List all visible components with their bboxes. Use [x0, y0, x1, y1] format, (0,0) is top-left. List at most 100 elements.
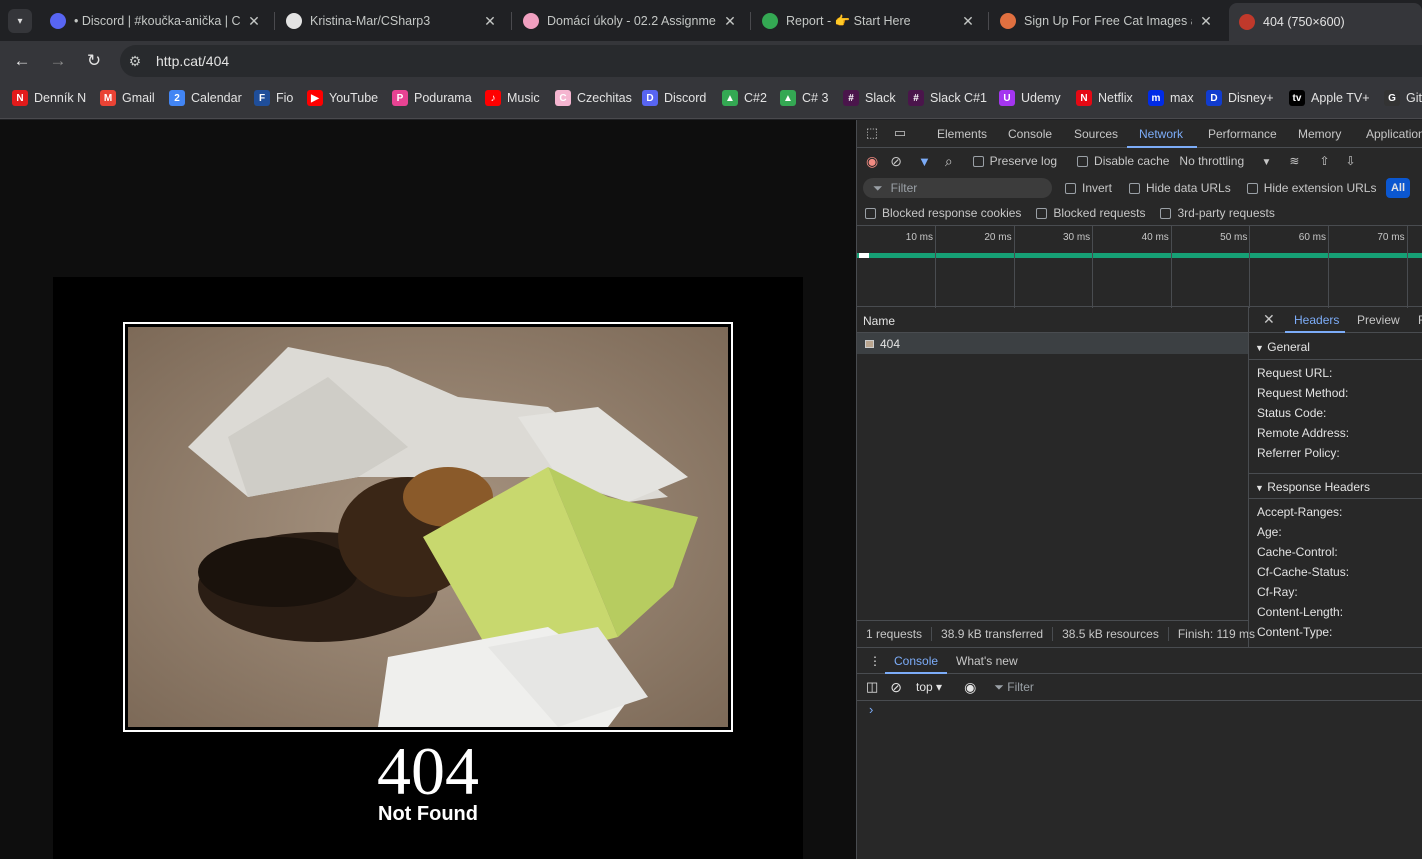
close-details-icon[interactable]: ✕	[1263, 311, 1275, 328]
bookmark-c-3[interactable]: ▲ C# 3	[780, 90, 828, 106]
tab-404-active[interactable]: 404 (750×600)	[1229, 3, 1422, 41]
console-filter-input[interactable]: ⏷ Filter	[994, 680, 1034, 695]
header-key: Content-Type:	[1257, 625, 1333, 639]
discord-favicon-icon	[50, 13, 66, 29]
url-text[interactable]: http.cat/404	[156, 53, 229, 69]
console-prompt-icon[interactable]: ›	[869, 702, 873, 717]
clear-icon[interactable]: ⊘	[890, 153, 902, 170]
bookmark-max[interactable]: m max	[1148, 90, 1194, 106]
tab-application[interactable]: Application	[1366, 127, 1422, 141]
tab-preview[interactable]: Preview	[1357, 313, 1400, 327]
header-key: Age:	[1257, 525, 1282, 539]
tab-network[interactable]: Network	[1139, 127, 1183, 141]
drawer-menu-icon[interactable]: ⋮	[869, 654, 881, 668]
bookmark-discord[interactable]: D Discord	[642, 90, 706, 106]
tab-cat-images[interactable]: Sign Up For Free Cat Images an ✕	[990, 6, 1224, 36]
inspect-element-icon[interactable]: ⬚	[863, 125, 881, 143]
timeline-gridline	[1249, 226, 1251, 308]
close-tab-icon[interactable]: ✕	[482, 13, 498, 30]
tab-console[interactable]: Console	[1008, 127, 1052, 141]
address-bar[interactable]: ⚙ http.cat/404	[120, 45, 1422, 77]
bookmark-git[interactable]: G Git	[1384, 90, 1422, 106]
blocked-cookies-checkbox[interactable]: Blocked response cookies	[865, 206, 1021, 220]
network-overview-timeline[interactable]: 10 ms 20 ms 30 ms 40 ms 50 ms 60 ms 70 ms	[857, 225, 1422, 308]
cat-photo	[128, 327, 728, 727]
throttling-select[interactable]: No throttling ▼	[1179, 154, 1271, 168]
tab-performance[interactable]: Performance	[1208, 127, 1277, 141]
close-tab-icon[interactable]: ✕	[960, 13, 976, 30]
tab-discord[interactable]: • Discord | #koučka-anička | Cz ✕	[40, 6, 272, 36]
timeline-tick-label: 10 ms	[905, 232, 933, 243]
header-key: Request URL:	[1257, 366, 1333, 380]
tab-title: Report - 👉 Start Here	[786, 13, 911, 28]
export-har-icon[interactable]: ⇩	[1346, 154, 1356, 168]
bookmark-podurama[interactable]: P Podurama	[392, 90, 472, 106]
context-select[interactable]: top ▾	[916, 680, 942, 694]
filter-funnel-icon[interactable]: ▼	[918, 154, 931, 169]
bookmark-netflix[interactable]: N Netflix	[1076, 90, 1133, 106]
bookmark-udemy[interactable]: U Udemy	[999, 90, 1061, 106]
live-expression-eye-icon[interactable]: ◉	[964, 679, 976, 696]
bookmark-calendar[interactable]: 2 Calendar	[169, 90, 242, 106]
bookmark-favicon-icon: ▲	[722, 90, 738, 106]
active-tab-indicator	[1127, 146, 1197, 148]
bookmark-label: Netflix	[1098, 91, 1133, 105]
bookmark-music[interactable]: ♪ Music	[485, 90, 540, 106]
blocked-requests-checkbox[interactable]: Blocked requests	[1036, 206, 1145, 220]
close-tab-icon[interactable]: ✕	[246, 13, 262, 30]
forward-arrow-icon[interactable]: →	[46, 49, 70, 73]
record-stop-icon[interactable]: ◉	[866, 153, 878, 170]
close-tab-icon[interactable]: ✕	[1198, 13, 1214, 30]
preserve-log-checkbox[interactable]: Preserve log	[972, 154, 1057, 168]
header-key: Accept-Ranges:	[1257, 505, 1343, 519]
site-info-icon[interactable]: ⚙	[120, 53, 150, 70]
name-column-header[interactable]: Name	[857, 307, 1248, 333]
bookmark-c-2[interactable]: ▲ C#2	[722, 90, 767, 106]
sidebar-toggle-icon[interactable]: ◫	[866, 679, 878, 695]
import-har-icon[interactable]: ⇧	[1319, 154, 1329, 168]
image-file-icon	[865, 339, 874, 348]
tab-report[interactable]: Report - 👉 Start Here ✕	[752, 6, 986, 36]
resources-size: 38.5 kB resources	[1053, 627, 1169, 641]
back-arrow-icon[interactable]: ←	[10, 49, 34, 73]
tab-sources[interactable]: Sources	[1074, 127, 1118, 141]
bookmark-czechitas[interactable]: C Czechitas	[555, 90, 632, 106]
close-tab-icon[interactable]: ✕	[722, 13, 738, 30]
reload-icon[interactable]: ↻	[82, 49, 106, 73]
drawer-tab-console[interactable]: Console	[894, 654, 938, 668]
invert-checkbox[interactable]: Invert	[1065, 181, 1112, 195]
type-filter-all[interactable]: All	[1386, 178, 1410, 198]
bookmark-fio[interactable]: F Fio	[254, 90, 293, 106]
tab-homework[interactable]: Domácí úkoly - 02.2 Assignmen ✕	[513, 6, 748, 36]
search-icon[interactable]: ⌕	[945, 153, 953, 170]
request-row[interactable]: 404	[857, 333, 1248, 354]
bookmark-gmail[interactable]: M Gmail	[100, 90, 155, 106]
bookmark-label: Music	[507, 91, 540, 105]
tab-github[interactable]: Kristina-Mar/CSharp3 ✕	[276, 6, 508, 36]
third-party-checkbox[interactable]: 3rd-party requests	[1160, 206, 1275, 220]
response-headers-section-header[interactable]: ▼ Response Headers	[1249, 473, 1422, 499]
bookmark-youtube[interactable]: ▶ YouTube	[307, 90, 378, 106]
tab-search-chevron-icon[interactable]: ▾	[8, 9, 32, 33]
hide-data-urls-checkbox[interactable]: Hide data URLs	[1129, 181, 1231, 195]
bookmark-apple-tv-[interactable]: tv Apple TV+	[1289, 90, 1370, 106]
tab-headers[interactable]: Headers	[1294, 313, 1339, 327]
tab-elements[interactable]: Elements	[937, 127, 987, 141]
bookmark-denn-k-n[interactable]: N Denník N	[12, 90, 86, 106]
hide-extension-urls-checkbox[interactable]: Hide extension URLs	[1246, 181, 1376, 195]
tab-response[interactable]: R	[1418, 313, 1422, 327]
bookmark-label: Podurama	[414, 91, 472, 105]
device-toggle-icon[interactable]: ▭	[891, 125, 909, 143]
general-section-header[interactable]: ▼ General	[1249, 334, 1422, 360]
drawer-tab-whats-new[interactable]: What's new	[956, 654, 1018, 668]
disable-cache-checkbox[interactable]: Disable cache	[1077, 154, 1169, 168]
timeline-gridline	[1406, 226, 1408, 308]
clear-console-icon[interactable]: ⊘	[890, 679, 902, 696]
tab-memory[interactable]: Memory	[1298, 127, 1341, 141]
filter-input[interactable]: ⏷ Filter	[863, 178, 1052, 198]
bookmark-slack-c-1[interactable]: # Slack C#1	[908, 90, 987, 106]
bookmark-slack[interactable]: # Slack	[843, 90, 896, 106]
filter-placeholder: Filter	[890, 181, 918, 195]
network-conditions-icon[interactable]: ≋	[1289, 154, 1299, 168]
bookmark-disney-[interactable]: D Disney+	[1206, 90, 1274, 106]
